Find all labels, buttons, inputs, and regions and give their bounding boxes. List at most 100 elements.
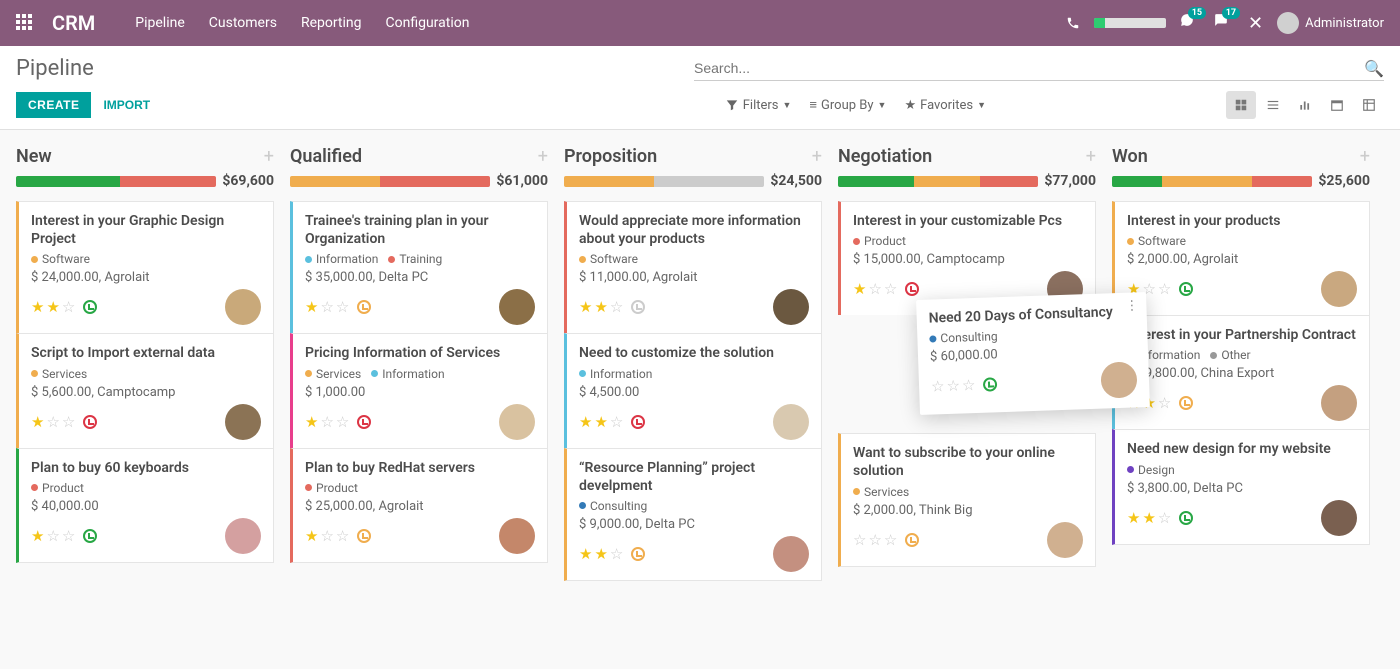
priority-stars[interactable]: ★☆☆ xyxy=(31,413,75,431)
card-title: Would appreciate more information about … xyxy=(579,212,809,248)
kanban-card[interactable]: Want to subscribe to your online solutio… xyxy=(838,433,1096,566)
clock-icon[interactable] xyxy=(83,300,97,314)
priority-stars[interactable]: ★☆☆ xyxy=(305,413,349,431)
add-card-button[interactable]: + xyxy=(812,146,822,167)
kanban-column: Proposition+$24,500Would appreciate more… xyxy=(564,146,822,581)
card-title: Plan to buy 60 keyboards xyxy=(31,459,261,477)
dragging-card[interactable]: ⋮ Need 20 Days of Consultancy Consulting… xyxy=(916,292,1150,415)
close-icon[interactable]: ✕ xyxy=(1248,13,1263,34)
avatar-icon xyxy=(499,518,535,554)
groupby-button[interactable]: ≡ Group By▼ xyxy=(809,97,886,113)
view-list[interactable] xyxy=(1258,91,1288,119)
priority-stars[interactable]: ★★☆ xyxy=(31,298,75,316)
page-title: Pipeline xyxy=(16,56,94,81)
priority-stars[interactable]: ☆☆☆ xyxy=(853,531,897,549)
priority-stars[interactable]: ★☆☆ xyxy=(853,280,897,298)
clock-icon[interactable] xyxy=(1179,396,1193,410)
kanban-card[interactable]: “Resource Planning” project develpmentCo… xyxy=(564,448,822,581)
import-button[interactable]: IMPORT xyxy=(103,98,150,112)
clock-icon[interactable] xyxy=(905,533,919,547)
column-title: Qualified xyxy=(290,146,362,167)
view-kanban[interactable] xyxy=(1226,91,1256,119)
add-card-button[interactable]: + xyxy=(538,146,548,167)
tag: Software xyxy=(579,252,638,266)
priority-stars[interactable]: ★★☆ xyxy=(579,545,623,563)
add-card-button[interactable]: + xyxy=(1086,146,1096,167)
search-box[interactable]: 🔍 xyxy=(694,56,1384,81)
nav-configuration[interactable]: Configuration xyxy=(386,15,470,31)
card-title: Want to subscribe to your online solutio… xyxy=(853,444,1083,480)
activities-icon[interactable]: 17 xyxy=(1214,13,1234,33)
avatar-icon xyxy=(1100,362,1137,399)
tag: Consulting xyxy=(579,499,647,513)
clock-icon[interactable] xyxy=(357,415,371,429)
clock-icon[interactable] xyxy=(1179,511,1193,525)
star-icon: ★ xyxy=(904,98,916,113)
apps-icon[interactable] xyxy=(16,14,34,32)
clock-icon[interactable] xyxy=(631,300,645,314)
app-brand[interactable]: CRM xyxy=(52,11,95,35)
user-menu[interactable]: Administrator xyxy=(1277,12,1384,34)
column-total: $61,000 xyxy=(496,173,548,189)
clock-icon[interactable] xyxy=(905,282,919,296)
conversations-icon[interactable]: 15 xyxy=(1180,13,1200,33)
kanban-card[interactable]: Plan to buy 60 keyboardsProduct$ 40,000.… xyxy=(16,448,274,563)
column-progress[interactable] xyxy=(1112,176,1312,187)
clock-icon[interactable] xyxy=(631,547,645,561)
clock-icon[interactable] xyxy=(83,415,97,429)
view-graph[interactable] xyxy=(1290,91,1320,119)
view-pivot[interactable] xyxy=(1354,91,1384,119)
kanban-card[interactable]: Plan to buy RedHat serversProduct$ 25,00… xyxy=(290,448,548,563)
priority-stars[interactable]: ★★☆ xyxy=(1127,509,1171,527)
clock-icon xyxy=(983,377,997,391)
kanban-card[interactable]: Need new design for my websiteDesign$ 3,… xyxy=(1112,429,1370,544)
add-card-button[interactable]: + xyxy=(264,146,274,167)
view-calendar[interactable] xyxy=(1322,91,1352,119)
column-progress[interactable] xyxy=(16,176,216,187)
clock-icon[interactable] xyxy=(357,300,371,314)
kanban-card[interactable]: Interest in your productsSoftware$ 2,000… xyxy=(1112,201,1370,315)
kanban-card[interactable]: Need to customize the solutionInformatio… xyxy=(564,333,822,447)
clock-icon[interactable] xyxy=(83,529,97,543)
priority-stars[interactable]: ★☆☆ xyxy=(305,527,349,545)
card-price: $ 15,000.00, Camptocamp xyxy=(853,252,1083,267)
tag: Software xyxy=(31,252,90,266)
priority-stars[interactable]: ★★☆ xyxy=(579,413,623,431)
avatar-icon xyxy=(225,404,261,440)
priority-stars[interactable]: ★☆☆ xyxy=(31,527,75,545)
column-progress[interactable] xyxy=(290,176,490,187)
view-switcher xyxy=(1226,91,1384,119)
priority-stars[interactable]: ★☆☆ xyxy=(305,298,349,316)
kanban-card[interactable]: Script to Import external dataServices$ … xyxy=(16,333,274,447)
card-menu-icon[interactable]: ⋮ xyxy=(1125,298,1139,313)
progress-bar[interactable] xyxy=(1094,18,1166,28)
nav-reporting[interactable]: Reporting xyxy=(301,15,362,31)
nav-pipeline[interactable]: Pipeline xyxy=(135,15,185,31)
favorites-button[interactable]: ★ Favorites▼ xyxy=(904,98,986,113)
clock-icon[interactable] xyxy=(357,529,371,543)
clock-icon[interactable] xyxy=(1179,282,1193,296)
column-progress[interactable] xyxy=(838,176,1038,187)
kanban-card[interactable]: Pricing Information of ServicesServicesI… xyxy=(290,333,548,447)
kanban-card[interactable]: Interest in your Graphic Design ProjectS… xyxy=(16,201,274,333)
tag: Services xyxy=(305,367,361,381)
add-card-button[interactable]: + xyxy=(1360,146,1370,167)
clock-icon[interactable] xyxy=(631,415,645,429)
priority-stars[interactable]: ☆☆☆ xyxy=(931,376,976,396)
card-title: Plan to buy RedHat servers xyxy=(305,459,535,477)
avatar-icon xyxy=(773,404,809,440)
tag: Design xyxy=(1127,463,1175,477)
column-total: $25,600 xyxy=(1318,173,1370,189)
kanban-card[interactable]: Trainee's training plan in your Organiza… xyxy=(290,201,548,333)
kanban-card[interactable]: Would appreciate more information about … xyxy=(564,201,822,333)
kanban-card[interactable]: Interest in your Partnership ContractInf… xyxy=(1112,315,1370,429)
search-input[interactable] xyxy=(694,56,1364,80)
filters-button[interactable]: Filters▼ xyxy=(725,98,792,113)
create-button[interactable]: CREATE xyxy=(16,92,91,118)
phone-icon[interactable] xyxy=(1066,16,1080,30)
search-icon[interactable]: 🔍 xyxy=(1364,59,1384,78)
nav-customers[interactable]: Customers xyxy=(209,15,277,31)
control-bar: Pipeline 🔍 CREATE IMPORT Filters▼ ≡ Grou… xyxy=(0,46,1400,130)
column-progress[interactable] xyxy=(564,176,764,187)
priority-stars[interactable]: ★★☆ xyxy=(579,298,623,316)
